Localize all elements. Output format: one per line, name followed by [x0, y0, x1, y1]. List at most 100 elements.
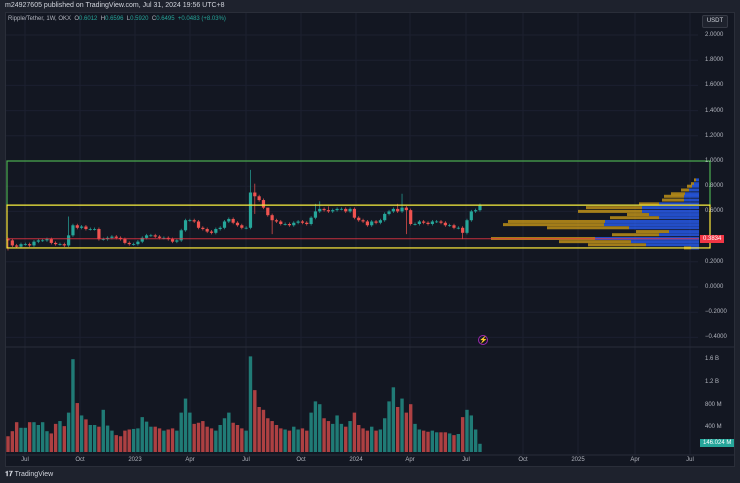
- green-zone-box: [6, 160, 711, 206]
- volume-bar: [127, 429, 131, 452]
- price-tick: 1.2000: [705, 132, 724, 139]
- volume-bar: [166, 429, 170, 452]
- volume-bar: [62, 426, 66, 452]
- volume-tag: 146.024 M: [700, 439, 735, 447]
- volume-profile-sell-bar: [559, 240, 631, 244]
- chart-canvas[interactable]: [0, 0, 740, 483]
- candle-body: [305, 222, 309, 224]
- time-label: Oct: [518, 457, 528, 463]
- candle-body: [339, 208, 344, 210]
- time-label: 2024: [349, 457, 363, 463]
- candle-body: [80, 226, 84, 228]
- candle-body: [110, 236, 114, 238]
- volume-bar: [287, 430, 292, 452]
- close-value: 0.6495: [156, 16, 175, 22]
- candle-body: [283, 224, 287, 225]
- candle-body: [71, 225, 75, 236]
- candle-body: [456, 227, 460, 229]
- volume-bar: [257, 407, 261, 452]
- volume-bar: [426, 431, 430, 452]
- candle-body: [413, 224, 417, 225]
- candle-body: [36, 240, 40, 242]
- lightning-icon[interactable]: ⚡: [478, 335, 488, 345]
- volume-bar: [434, 432, 439, 452]
- volume-bar: [209, 428, 214, 452]
- volume-bar: [105, 425, 110, 452]
- logo-text: TradingView: [14, 471, 54, 478]
- candle-body: [192, 220, 196, 222]
- currency-button[interactable]: USDT: [702, 15, 728, 28]
- candle-body: [409, 210, 413, 224]
- candle-body: [404, 207, 408, 211]
- volume-bar: [266, 418, 270, 452]
- volume-bar: [352, 412, 357, 452]
- candle-body: [469, 211, 473, 221]
- volume-profile-sell-bar: [636, 230, 669, 234]
- candle-body: [292, 222, 296, 226]
- price-tick: −0.4000: [705, 334, 727, 341]
- volume-bar: [383, 418, 387, 452]
- red-line-price-tag: 0.3834: [700, 235, 725, 243]
- candle-body: [383, 213, 387, 221]
- volume-bar: [370, 426, 374, 452]
- candle-body: [127, 242, 131, 245]
- candle-body: [88, 229, 92, 230]
- volume-profile-buy-bar: [605, 219, 699, 223]
- candle-body: [58, 244, 62, 245]
- change-value: +0.0483 (+8.03%): [177, 16, 226, 22]
- volume-bar: [114, 435, 118, 452]
- volume-bar: [40, 422, 45, 452]
- volume-profile-buy-bar: [642, 209, 699, 213]
- candle-body: [222, 221, 227, 228]
- volume-bar: [274, 425, 279, 452]
- candle-body: [235, 222, 240, 226]
- candle-body: [474, 210, 478, 212]
- tradingview-logo[interactable]: 𝟏𝟕 TradingView: [5, 471, 53, 479]
- volume-bar: [404, 412, 409, 452]
- candle-body: [318, 208, 322, 212]
- volume-profile-sell-bar: [508, 219, 605, 223]
- candle-body: [357, 217, 361, 221]
- volume-bar: [192, 423, 196, 452]
- volume-bar: [244, 430, 248, 452]
- candle-body: [348, 208, 352, 212]
- candle-body: [396, 208, 400, 212]
- candle-body: [279, 221, 283, 224]
- volume-bar: [27, 422, 32, 452]
- candle-body: [101, 239, 105, 240]
- volume-bar: [400, 398, 404, 452]
- candle-body: [123, 239, 127, 243]
- volume-profile-sell-bar: [627, 213, 649, 217]
- candle-body: [461, 227, 465, 233]
- price-tick: 0.2000: [705, 258, 724, 265]
- candle-body: [313, 211, 318, 218]
- volume-bar: [196, 422, 201, 452]
- candle-body: [157, 236, 162, 238]
- volume-bar: [478, 443, 482, 452]
- volume-bar: [140, 417, 144, 452]
- volume-bar: [296, 429, 300, 452]
- time-label: Jul: [21, 457, 29, 463]
- volume-bar: [430, 430, 435, 452]
- candle-body: [443, 222, 447, 226]
- candle-body: [365, 221, 369, 226]
- volume-bar: [344, 426, 348, 452]
- candle-body: [84, 226, 88, 230]
- volume-profile-sell-bar: [503, 223, 604, 227]
- volume-bar: [357, 425, 361, 452]
- volume-bar: [6, 436, 10, 452]
- candle-body: [170, 239, 175, 242]
- time-label: Apr: [405, 457, 415, 463]
- volume-bar: [339, 423, 344, 452]
- volume-bar: [443, 432, 448, 452]
- volume-bar: [170, 428, 175, 452]
- candle-body: [15, 245, 19, 247]
- volume-profile-buy-bar: [631, 240, 699, 244]
- candle-body: [300, 221, 305, 223]
- volume-profile-sell-bar: [610, 216, 659, 220]
- volume-bar: [179, 412, 183, 452]
- volume-profile-buy-bar: [659, 216, 699, 220]
- volume-bar: [465, 409, 469, 452]
- candle-body: [287, 224, 292, 226]
- time-label: Jul: [686, 457, 694, 463]
